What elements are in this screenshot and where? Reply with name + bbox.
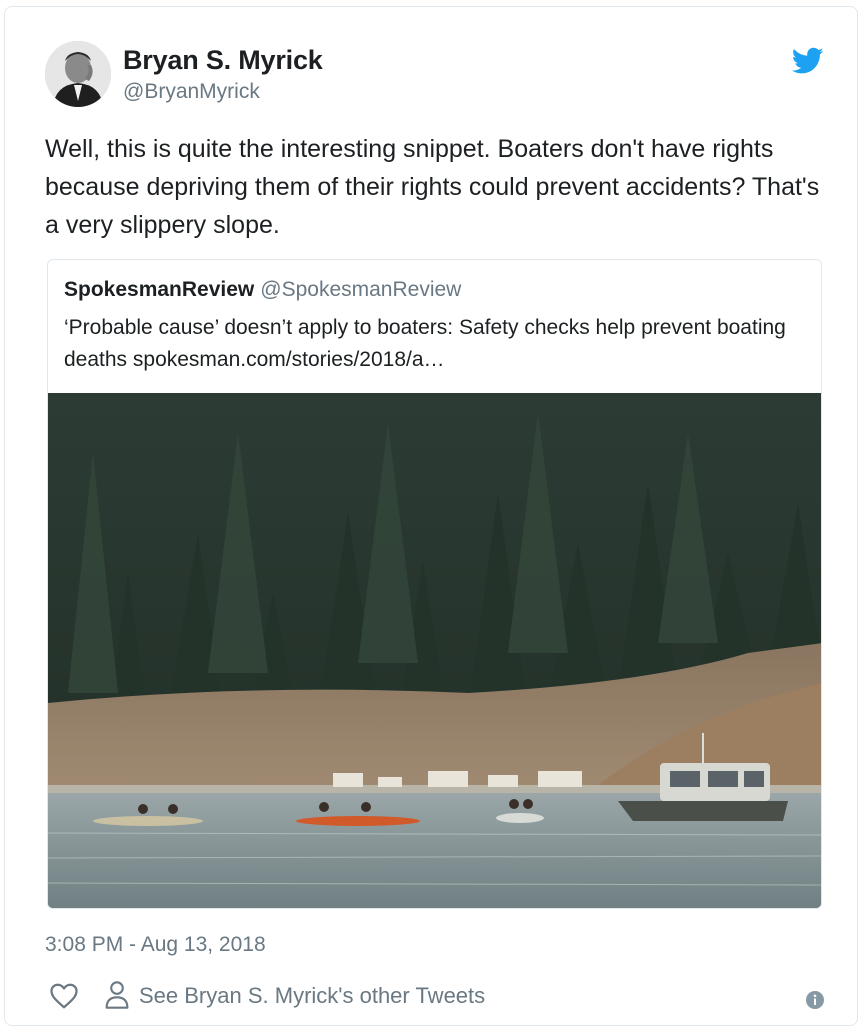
info-icon[interactable] bbox=[805, 990, 825, 1010]
embedded-tweet-card[interactable]: Bryan S. Myrick @BryanMyrick Well, this … bbox=[4, 6, 858, 1026]
tweet-timestamp[interactable]: 3:08 PM - Aug 13, 2018 bbox=[45, 933, 266, 957]
tweet-text: Well, this is quite the interesting snip… bbox=[45, 135, 820, 239]
twitter-bird-icon[interactable] bbox=[792, 47, 824, 75]
author-name[interactable]: Bryan S. Myrick bbox=[123, 45, 323, 76]
lake-boats-photo[interactable] bbox=[48, 393, 822, 909]
quoted-tweet-author: SpokesmanReview @SpokesmanReview bbox=[64, 278, 461, 302]
quoted-tweet[interactable]: SpokesmanReview @SpokesmanReview ‘Probabl… bbox=[47, 259, 822, 909]
person-icon[interactable] bbox=[103, 980, 131, 1010]
quoted-author-name: SpokesmanReview bbox=[64, 278, 255, 301]
quoted-tweet-text: ‘Probable cause’ doesn’t apply to boater… bbox=[64, 316, 786, 371]
author-avatar[interactable] bbox=[45, 41, 111, 107]
heart-icon[interactable] bbox=[49, 981, 79, 1011]
author-handle[interactable]: @BryanMyrick bbox=[123, 80, 260, 104]
see-other-tweets-link[interactable]: See Bryan S. Myrick's other Tweets bbox=[139, 983, 485, 1009]
quoted-author-handle: @SpokesmanReview bbox=[260, 278, 462, 301]
